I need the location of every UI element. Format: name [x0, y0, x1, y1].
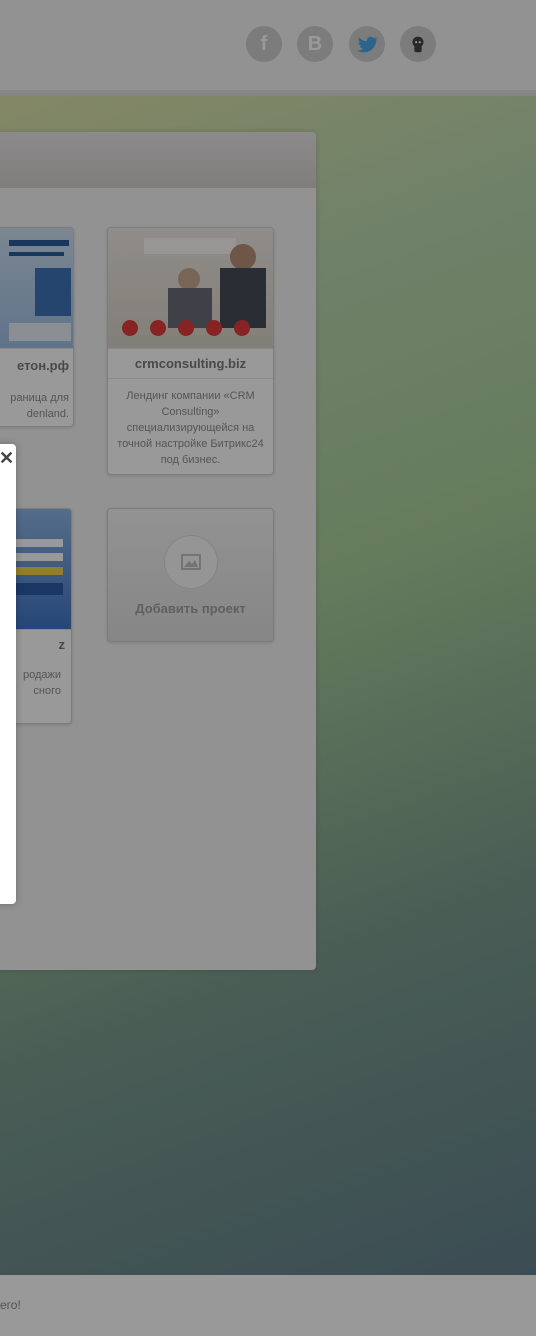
card-divider	[108, 348, 273, 349]
vkontakte-glyph: B	[307, 32, 323, 55]
project-description: раница для denland.	[10, 392, 69, 420]
vkontakte-icon[interactable]: B	[297, 26, 333, 62]
github-icon[interactable]	[400, 26, 436, 62]
close-icon[interactable]: ✕	[0, 448, 14, 469]
project-thumbnail	[0, 228, 73, 348]
github-octocat-icon	[412, 36, 424, 53]
add-project-label: Добавить проект	[135, 601, 246, 616]
card-divider	[0, 348, 73, 349]
add-project-button[interactable]: Добавить проект	[107, 508, 274, 642]
footer: его!	[0, 1275, 536, 1336]
facebook-icon[interactable]: f	[246, 26, 282, 62]
project-description: Лендинг компании «CRM Consulting» специа…	[117, 390, 264, 466]
twitter-icon[interactable]	[349, 26, 385, 62]
top-bar: f B	[0, 0, 536, 96]
project-thumbnail	[108, 228, 273, 348]
card-divider	[108, 378, 273, 379]
project-title: етон.рф	[17, 358, 69, 373]
panel-header	[0, 132, 316, 188]
project-card[interactable]: crmconsulting.biz Лендинг компании «CRM …	[107, 227, 274, 475]
image-placeholder-icon	[164, 535, 218, 589]
twitter-bird-icon	[357, 36, 378, 53]
facebook-glyph: f	[260, 32, 268, 55]
modal-dialog: ✕	[0, 444, 16, 904]
project-card[interactable]: етон.рф раница для denland.	[0, 227, 74, 427]
footer-text: его!	[0, 1298, 21, 1312]
project-title: crmconsulting.biz	[134, 356, 247, 371]
